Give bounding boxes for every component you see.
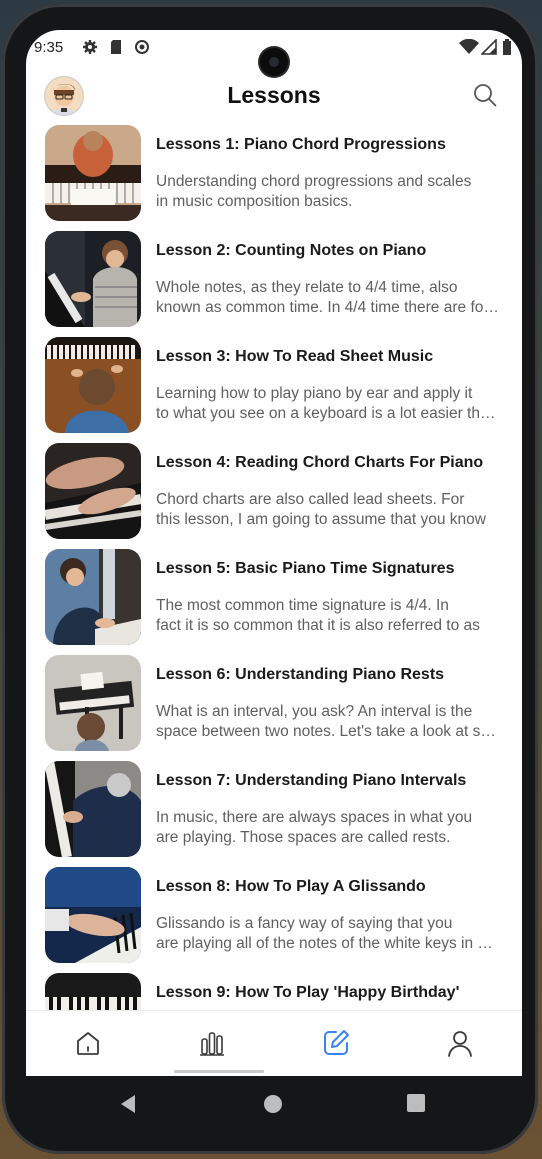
lesson-item[interactable]: Lesson 7: Understanding Piano Intervals …: [26, 758, 522, 864]
sync-status-icon: [135, 40, 149, 54]
lesson-thumbnail: [45, 655, 141, 751]
stats-icon: [200, 1032, 224, 1056]
lesson-desc-line: Understanding chord progressions and sca…: [156, 173, 472, 190]
lesson-desc-line: space between two notes. Let's take a lo…: [156, 723, 499, 740]
lesson-desc-line: Glissando is a fancy way of saying that …: [156, 915, 453, 932]
phone-frame: 9:35 Lessons Lessons 1: Piano Chord Prog…: [2, 4, 538, 1154]
lesson-desc-line: Learning how to play piano by ear and ap…: [156, 385, 473, 402]
lesson-desc-line: Chord charts are also called lead sheets…: [156, 491, 465, 508]
lesson-title: Lessons 1: Piano Chord Progressions: [156, 136, 446, 153]
lesson-description: Glissando is a fancy way of saying that …: [156, 914, 499, 954]
lesson-description: Whole notes, as they relate to 4/4 time,…: [156, 278, 499, 318]
lesson-title: Lesson 5: Basic Piano Time Signatures: [156, 560, 455, 577]
nav-edit[interactable]: [316, 1023, 356, 1063]
lesson-desc-line: Whole notes, as they relate to 4/4 time,…: [156, 279, 458, 296]
lesson-item[interactable]: Lesson 8: How To Play A Glissando Glissa…: [26, 864, 522, 970]
lesson-item[interactable]: Lesson 4: Reading Chord Charts For Piano…: [26, 440, 522, 546]
lesson-title: Lesson 9: How To Play 'Happy Birthday': [156, 984, 460, 1001]
bottom-nav: [26, 1010, 522, 1076]
nav-profile[interactable]: [440, 1023, 480, 1063]
lesson-description: What is an interval, you ask? An interva…: [156, 702, 499, 742]
cell-signal-icon: [481, 39, 497, 55]
app-screen: 9:35 Lessons Lessons 1: Piano Chord Prog…: [26, 30, 522, 1076]
app-header: Lessons: [26, 70, 522, 122]
lesson-title: Lesson 6: Understanding Piano Rests: [156, 666, 445, 683]
lesson-desc-line: in music composition basics.: [156, 193, 353, 210]
lesson-desc-line: this lesson, I am going to assume that y…: [156, 511, 486, 528]
lesson-description: In music, there are always spaces in wha…: [156, 808, 499, 848]
lesson-title: Lesson 2: Counting Notes on Piano: [156, 242, 427, 259]
lesson-thumbnail: [45, 549, 141, 645]
lesson-title: Lesson 4: Reading Chord Charts For Piano: [156, 454, 484, 471]
home-button-icon[interactable]: [262, 1093, 284, 1115]
system-nav-bar: [4, 1079, 540, 1139]
lesson-description: Chord charts are also called lead sheets…: [156, 490, 499, 530]
nav-stats[interactable]: [192, 1023, 232, 1063]
lesson-desc-line: to what you see on a keyboard is a lot e…: [156, 405, 499, 422]
lesson-desc-line: fact it is so common that it is also ref…: [156, 617, 480, 634]
search-button[interactable]: [472, 82, 498, 108]
home-indicator: [174, 1070, 264, 1073]
lesson-list: Lessons 1: Piano Chord Progressions Unde…: [26, 122, 522, 1010]
lesson-description: The most common time signature is 4/4. I…: [156, 596, 499, 636]
battery-icon: [503, 39, 511, 55]
lesson-title: Lesson 3: How To Read Sheet Music: [156, 348, 434, 365]
lesson-desc-line: known as common time. In 4/4 time there …: [156, 299, 499, 316]
lesson-title: Lesson 7: Understanding Piano Intervals: [156, 772, 467, 789]
lesson-desc-line: In music, there are always spaces in wha…: [156, 809, 473, 826]
lesson-desc-line: are playing. Those spaces are called res…: [156, 829, 451, 846]
sd-card-status-icon: [111, 40, 121, 54]
home-icon: [77, 1032, 99, 1055]
lesson-item[interactable]: Lesson 9: How To Play 'Happy Birthday': [26, 970, 522, 1010]
status-time: 9:35: [34, 39, 64, 56]
lesson-thumbnail: [45, 125, 141, 221]
lesson-description: Learning how to play piano by ear and ap…: [156, 384, 499, 424]
lesson-item[interactable]: Lesson 3: How To Read Sheet Music Learni…: [26, 334, 522, 440]
recents-icon[interactable]: [406, 1093, 426, 1113]
lesson-thumbnail: [45, 443, 141, 539]
lesson-item[interactable]: Lesson 5: Basic Piano Time Signatures Th…: [26, 546, 522, 652]
lesson-desc-line: The most common time signature is 4/4. I…: [156, 597, 449, 614]
lesson-desc-line: What is an interval, you ask? An interva…: [156, 703, 473, 720]
lesson-item[interactable]: Lesson 2: Counting Notes on Piano Whole …: [26, 228, 522, 334]
lesson-desc-line: are playing all of the notes of the whit…: [156, 935, 499, 952]
wifi-icon: [459, 39, 479, 54]
lesson-item[interactable]: Lessons 1: Piano Chord Progressions Unde…: [26, 122, 522, 228]
lesson-thumbnail: [45, 761, 141, 857]
lesson-thumbnail: [45, 867, 141, 963]
nav-home[interactable]: [68, 1023, 108, 1063]
lesson-thumbnail: [45, 231, 141, 327]
page-title: Lessons: [227, 82, 321, 108]
search-icon: [474, 84, 497, 107]
settings-status-icon: [83, 40, 97, 54]
lesson-description: Understanding chord progressions and sca…: [156, 172, 499, 212]
lesson-item[interactable]: Lesson 6: Understanding Piano Rests What…: [26, 652, 522, 758]
lesson-thumbnail: [45, 973, 141, 1010]
lesson-thumbnail: [45, 337, 141, 433]
lesson-title: Lesson 8: How To Play A Glissando: [156, 878, 426, 895]
back-icon[interactable]: [118, 1093, 138, 1115]
edit-icon: [324, 1030, 349, 1055]
profile-icon: [448, 1031, 472, 1057]
